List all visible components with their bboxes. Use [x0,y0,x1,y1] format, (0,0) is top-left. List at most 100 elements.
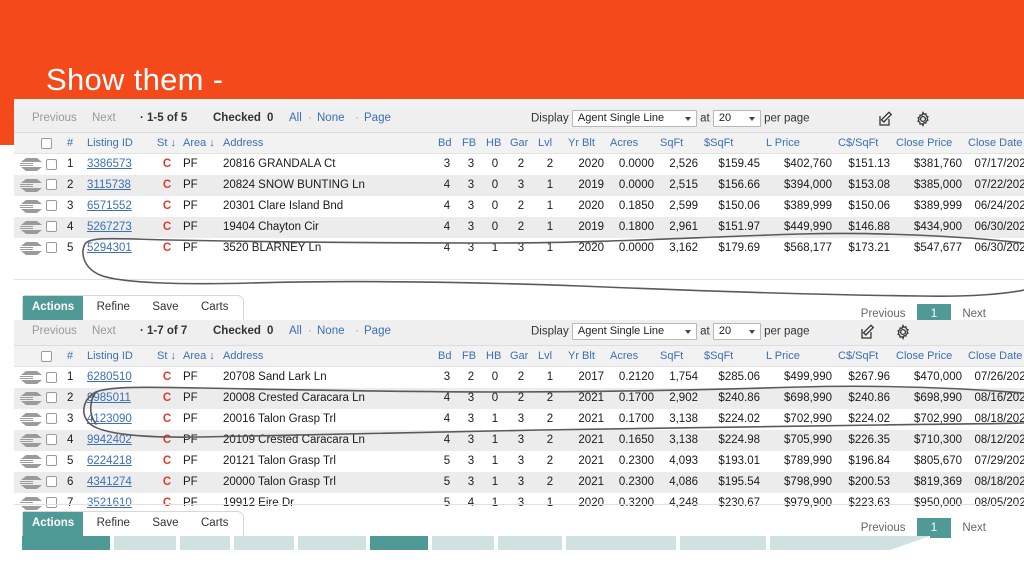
table-row[interactable]: 1 6280510 C PF 20708 Sand Lark Ln 3 2 0 2 1 2017 0.… [14,366,1024,388]
select-page-link-1[interactable]: Page [364,112,391,124]
row-checkbox[interactable] [45,434,57,446]
th-bd-2[interactable]: Bd [435,346,459,367]
th-num-2[interactable]: # [64,346,84,367]
cell-listing-id-value[interactable]: 4123090 [87,413,132,425]
cell-listing-id[interactable]: 6280510 [84,366,154,388]
row-select-checkbox-cell[interactable] [38,387,64,409]
header-checkbox-2[interactable] [41,350,52,362]
row-drag-handle[interactable] [14,450,42,472]
cell-listing-id[interactable]: 4341274 [84,471,154,493]
row-select-checkbox-cell[interactable] [38,429,64,451]
row-checkbox[interactable] [45,413,57,425]
row-drag-handle[interactable] [14,153,42,175]
drag-handle-icon[interactable] [19,433,42,447]
previous-link-top-1[interactable]: Previous [32,112,77,124]
row-select-checkbox-cell[interactable] [38,237,64,259]
table-row[interactable]: 3 4123090 C PF 20016 Talon Grasp Trl 4 3 1 3 2 202… [14,408,1024,430]
tab-carts-top[interactable]: Carts [192,296,237,321]
th-area-2[interactable]: Area ↓ [180,346,220,367]
th-bd-1[interactable]: Bd [435,133,459,154]
row-drag-handle[interactable] [14,387,42,409]
cell-listing-id-value[interactable]: 5294301 [87,242,132,254]
cell-listing-id-value[interactable]: 6224218 [87,455,132,467]
row-drag-handle[interactable] [14,366,42,388]
row-select-checkbox-cell[interactable] [38,366,64,388]
select-all-checkbox-header-2[interactable] [38,346,64,367]
gear-icon-2[interactable] [894,323,912,341]
tab-actions-bottom[interactable]: Actions [23,512,84,537]
cell-status[interactable]: C [154,408,180,430]
cell-status[interactable]: C [154,450,180,472]
row-select-checkbox-cell[interactable] [38,195,64,217]
cell-status[interactable]: C [154,387,180,409]
cell-listing-id[interactable]: 9942402 [84,429,154,451]
cell-listing-id[interactable]: 5267273 [84,216,154,238]
pagination-page-1-bottom[interactable]: 1 [916,518,952,538]
row-drag-handle[interactable] [14,174,42,196]
pagination-previous-top[interactable]: Previous [861,308,906,320]
table-row[interactable]: 3 6571552 C PF 20301 Clare Island Bnd 4 3 0 2 1 20… [14,195,1024,217]
drag-handle-icon[interactable] [19,475,42,489]
row-checkbox[interactable] [45,497,57,509]
th-fb-1[interactable]: FB [459,133,483,154]
th-acres-2[interactable]: Acres [607,346,657,367]
row-select-checkbox-cell[interactable] [38,153,64,175]
row-select-checkbox-cell[interactable] [38,174,64,196]
th-hb-1[interactable]: HB [483,133,507,154]
next-link-top-2[interactable]: Next [92,325,116,337]
cell-status[interactable]: C [154,237,180,259]
th-listing-id-2[interactable]: Listing ID [84,346,154,367]
edit-pencil-icon-2[interactable] [859,323,877,341]
pagination-previous-bottom[interactable]: Previous [861,522,906,534]
th-st-1[interactable]: St ↓ [154,133,180,154]
row-checkbox[interactable] [45,158,57,170]
tab-save-bottom[interactable]: Save [143,512,187,537]
tab-refine-bottom[interactable]: Refine [88,512,139,537]
row-drag-handle[interactable] [14,471,42,493]
edit-pencil-icon[interactable] [877,110,895,128]
th-sqft-1[interactable]: SqFt [657,133,701,154]
cell-listing-id[interactable]: 3386573 [84,153,154,175]
cell-listing-id-value[interactable]: 9985011 [87,392,131,404]
th-fb-2[interactable]: FB [459,346,483,367]
tab-carts-bottom[interactable]: Carts [192,512,237,537]
drag-handle-icon[interactable] [19,199,42,213]
per-page-select-1[interactable]: 20 [712,110,761,127]
row-drag-handle[interactable] [14,195,42,217]
th-yrblt-1[interactable]: Yr Blt [565,133,607,154]
cell-status[interactable]: C [154,195,180,217]
th-listing-id-1[interactable]: Listing ID [84,133,154,154]
row-checkbox[interactable] [45,200,57,212]
th-lprice-2[interactable]: L Price [763,346,835,367]
row-select-checkbox-cell[interactable] [38,450,64,472]
cell-listing-id-value[interactable]: 4341274 [87,476,132,488]
row-drag-handle[interactable] [14,216,42,238]
row-drag-handle[interactable] [14,429,42,451]
select-all-checkbox-header-1[interactable] [38,133,64,154]
per-page-select-2[interactable]: 20 [712,323,761,340]
select-all-link-1[interactable]: All [289,112,302,124]
cell-status[interactable]: C [154,429,180,451]
display-format-select-2[interactable]: Agent Single Line [571,323,697,340]
th-psqft-1[interactable]: $SqFt [701,133,763,154]
tab-refine-top[interactable]: Refine [88,296,139,321]
cell-status[interactable]: C [154,216,180,238]
drag-handle-icon[interactable] [19,496,42,510]
previous-link-top-2[interactable]: Previous [32,325,77,337]
table-row[interactable]: 5 5294301 C PF 3520 BLARNEY Ln 4 3 1 3 1 2020 0.000… [14,237,1024,259]
th-num-1[interactable]: # [64,133,84,154]
tab-actions-top[interactable]: Actions [23,296,84,321]
cell-status[interactable]: C [154,471,180,493]
cell-listing-id-value[interactable]: 3521610 [87,497,132,509]
row-select-checkbox-cell[interactable] [38,408,64,430]
th-address-2[interactable]: Address [220,346,435,367]
table-row[interactable]: 5 6224218 C PF 20121 Talon Grasp Trl 5 3 1 3 2 202… [14,450,1024,472]
th-close-date-2[interactable]: Close Date [965,346,1024,367]
th-close-price-1[interactable]: Close Price [893,133,965,154]
drag-handle-icon[interactable] [19,412,42,426]
header-checkbox-1[interactable] [41,137,52,149]
row-select-checkbox-cell[interactable] [38,216,64,238]
th-address-1[interactable]: Address [220,133,435,154]
table-row[interactable]: 4 9942402 C PF 20109 Crested Caracara Ln 4 3 1 3… [14,429,1024,451]
tab-save-top[interactable]: Save [143,296,187,321]
